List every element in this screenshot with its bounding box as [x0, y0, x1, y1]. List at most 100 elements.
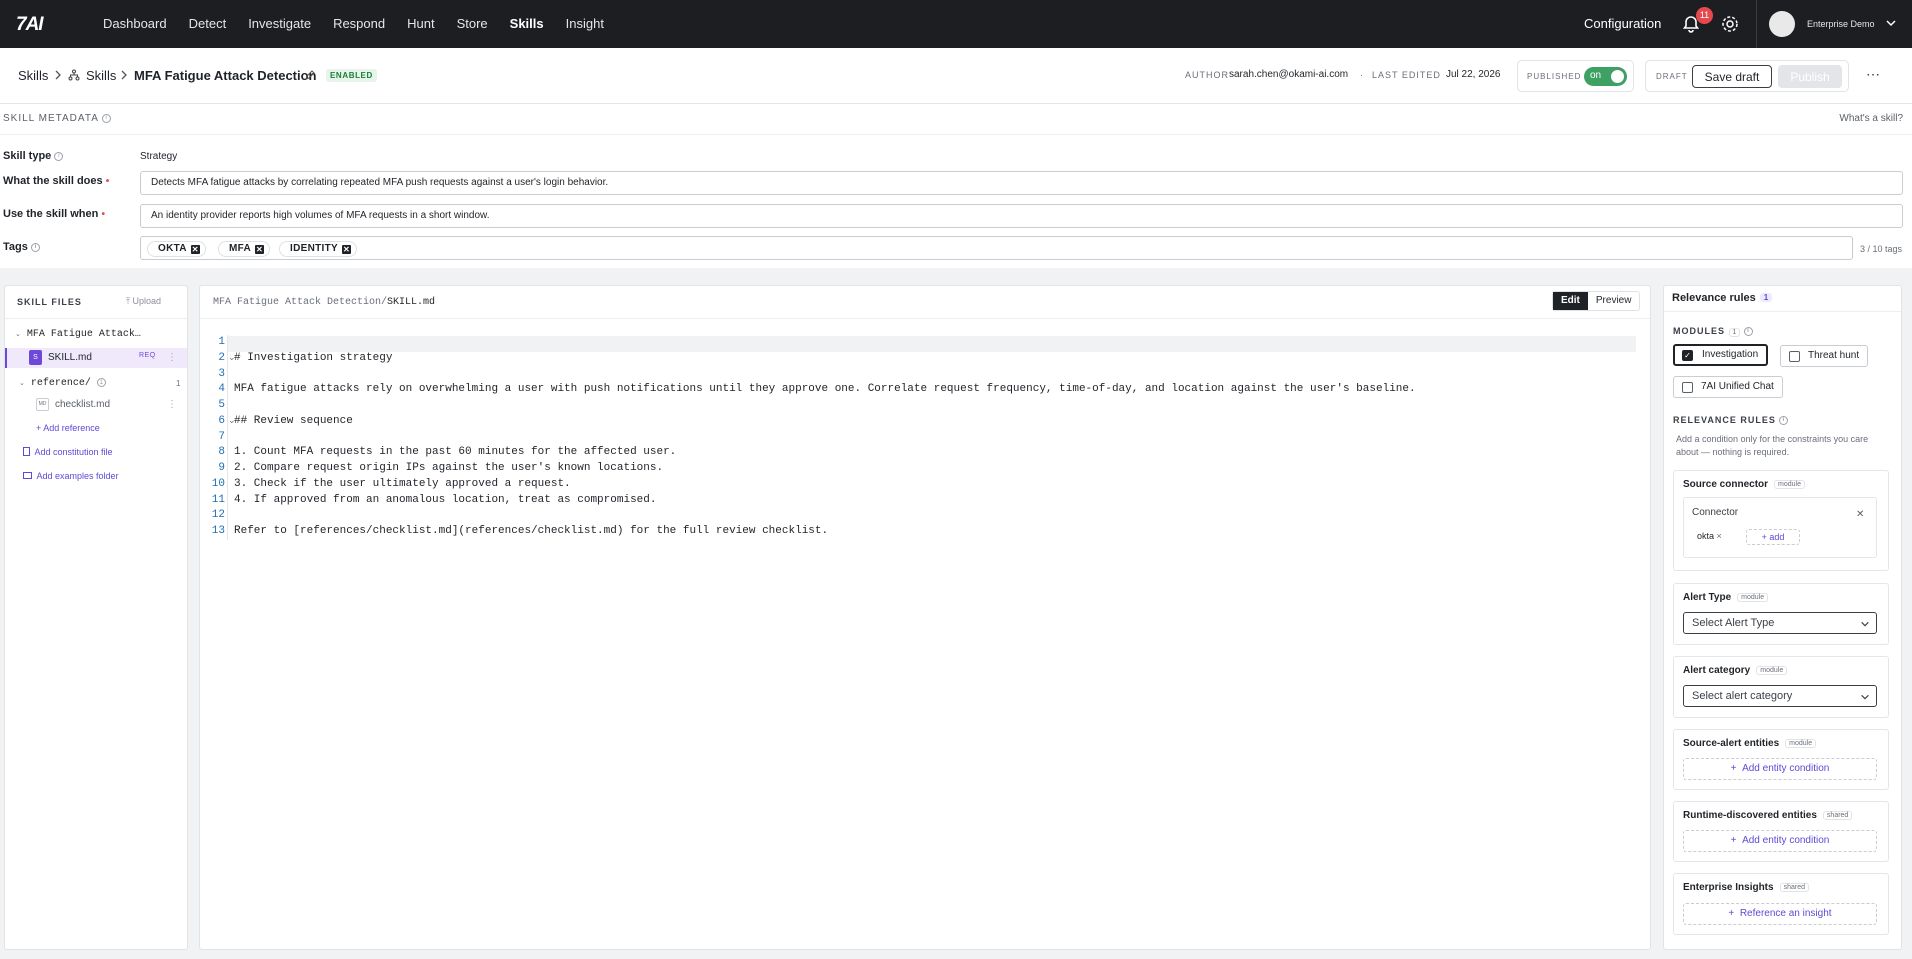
add-connector-button[interactable]: + add — [1746, 529, 1800, 545]
code-line[interactable] — [234, 335, 1634, 351]
nav-detect[interactable]: Detect — [178, 0, 238, 48]
user-name[interactable]: Enterprise Demo — [1807, 19, 1875, 29]
skill-file-name[interactable]: SKILL.md — [48, 352, 92, 363]
skill-does-field[interactable]: Detects MFA fatigue attacks by correlati… — [140, 171, 1903, 195]
line-number-text: 2 — [218, 351, 225, 364]
avatar[interactable] — [1769, 11, 1795, 37]
code-line[interactable]: ## Review sequence — [234, 414, 1634, 430]
line-number: 5 — [218, 399, 225, 411]
alert-category-select[interactable]: Select alert category — [1683, 685, 1877, 707]
published-toggle[interactable]: on — [1584, 67, 1627, 86]
configuration-link[interactable]: Configuration — [1584, 16, 1661, 31]
alert-type-select[interactable]: Select Alert Type — [1683, 612, 1877, 634]
tags-input[interactable]: OKTA✕ MFA✕ IDENTITY✕ ✕ — [140, 236, 1853, 260]
does-label-text: What the skill does — [3, 175, 103, 187]
code-line[interactable]: 1. Count MFA requests in the past 60 min… — [234, 445, 1634, 461]
module-unified-chat-checkbox[interactable]: 7AI Unified Chat — [1673, 376, 1783, 398]
tab-edit[interactable]: Edit — [1553, 292, 1588, 310]
reference-insight-button[interactable]: + Reference an insight — [1683, 903, 1877, 925]
info-icon[interactable]: i — [1743, 327, 1753, 337]
relevance-rules-panel: Relevance rules 1 MODULES 1 i ✓ Investigat… — [1663, 285, 1902, 950]
code-line[interactable] — [234, 367, 1634, 383]
file-path: MFA Fatigue Attack Detection/SKILL.md — [213, 297, 435, 308]
nav-dashboard[interactable]: Dashboard — [92, 0, 178, 48]
file-tree-root[interactable]: ⌄ MFA Fatigue Attack… — [15, 329, 141, 340]
nav-skills[interactable]: Skills — [499, 0, 555, 48]
shared-pill: shared — [1779, 883, 1809, 892]
code-line[interactable] — [234, 508, 1634, 524]
info-icon[interactable]: i — [30, 242, 40, 252]
add-entity-condition-button[interactable]: + Add entity condition — [1683, 830, 1877, 852]
remove-chip-icon[interactable]: × — [1717, 531, 1722, 541]
code-line[interactable]: 4. If approved from an anomalous locatio… — [234, 493, 1634, 509]
code-line[interactable] — [234, 398, 1634, 414]
file-tree-root-label: MFA Fatigue Attack… — [26, 329, 141, 340]
toggle-label: on — [1590, 70, 1602, 81]
chevron-down-icon — [1861, 621, 1869, 627]
line-number: 6 ⌄ — [200, 414, 235, 430]
tab-preview[interactable]: Preview — [1588, 292, 1640, 310]
chevron-down-icon[interactable] — [1885, 17, 1897, 29]
code-line[interactable]: # Investigation strategy — [234, 351, 1634, 367]
add-examples-link[interactable]: Add examples folder — [23, 471, 119, 481]
code-line[interactable] — [234, 430, 1634, 446]
file-path-prefix: MFA Fatigue Attack Detection/ — [213, 297, 388, 308]
runtime-entities-card: Runtime-discovered entities shared + Add … — [1673, 801, 1889, 862]
add-constitution-link[interactable]: Add constitution file — [23, 447, 113, 457]
skill-type-value: Strategy — [140, 151, 178, 162]
code-line[interactable]: MFA fatigue attacks rely on overwhelming… — [234, 382, 1634, 398]
status-badge: ENABLED — [326, 69, 377, 82]
connector-condition: Connector ✕ okta × + add — [1683, 497, 1877, 558]
nav-respond[interactable]: Respond — [322, 0, 396, 48]
nav-store[interactable]: Store — [446, 0, 499, 48]
skill-type-label-text: Skill type — [3, 150, 52, 162]
connector-chip-label: okta — [1697, 531, 1715, 541]
add-entity-condition-button[interactable]: + Add entity condition — [1683, 758, 1877, 780]
line-number: 11 — [211, 493, 225, 506]
card-title-text: Enterprise Insights — [1683, 882, 1774, 893]
tag-chip: MFA ✕ — [218, 241, 271, 257]
published-control: PUBLISHED on — [1517, 60, 1634, 92]
module-investigation-checkbox[interactable]: ✓ Investigation — [1673, 344, 1769, 366]
skill-file-icon: S — [29, 350, 42, 365]
module-label: Investigation — [1702, 349, 1759, 360]
remove-tag-icon[interactable]: ✕ — [341, 245, 351, 254]
breadcrumb-parent[interactable]: Skills — [86, 68, 116, 83]
add-reference-link[interactable]: + Add reference — [36, 423, 100, 433]
info-icon[interactable]: i — [54, 151, 64, 161]
info-icon[interactable]: i — [96, 378, 106, 387]
code-line[interactable]: 3. Check if the user ultimately approved… — [234, 477, 1634, 493]
folder-item[interactable]: ⌄ reference/ i — [19, 378, 106, 389]
info-icon[interactable]: i — [102, 113, 112, 123]
upload-button[interactable]: ⤒ Upload — [126, 296, 161, 307]
nav-hunt[interactable]: Hunt — [396, 0, 445, 48]
code-line[interactable]: Refer to [references/checklist.md](refer… — [234, 524, 1634, 540]
gear-icon[interactable] — [1720, 14, 1740, 34]
remove-tag-icon[interactable]: ✕ — [255, 245, 265, 254]
code-content[interactable]: # Investigation strategy MFA fatigue atta… — [234, 335, 1634, 540]
modules-label: MODULES 1 i — [1673, 326, 1753, 337]
file-menu-icon[interactable]: ⋮ — [167, 352, 177, 363]
code-line[interactable]: 2. Compare request origin IPs against th… — [234, 461, 1634, 477]
breadcrumb-root[interactable]: Skills — [18, 68, 48, 83]
card-title: Source connector module — [1683, 479, 1805, 490]
does-label: What the skill does • — [3, 175, 110, 187]
nav-investigate[interactable]: Investigate — [237, 0, 322, 48]
app-logo[interactable]: 7AI — [16, 14, 44, 36]
line-number: 4 — [218, 383, 225, 396]
publish-button[interactable]: Publish — [1778, 65, 1842, 88]
reference-file-name[interactable]: checklist.md — [55, 399, 110, 410]
more-options-icon[interactable]: ⋯ — [1866, 66, 1880, 83]
add-reference-label: Add reference — [43, 423, 100, 433]
nav-insight[interactable]: Insight — [555, 0, 615, 48]
close-icon[interactable]: ✕ — [1856, 509, 1864, 520]
save-draft-button[interactable]: Save draft — [1692, 65, 1772, 88]
remove-tag-icon[interactable]: ✕ — [190, 245, 200, 254]
info-icon[interactable]: i — [1779, 416, 1789, 426]
file-menu-icon[interactable]: ⋮ — [167, 399, 177, 410]
module-threat-hunt-checkbox[interactable]: Threat hunt — [1780, 345, 1869, 367]
panel-title: SKILL FILES — [17, 297, 82, 307]
skill-when-field[interactable]: An identity provider reports high volume… — [140, 204, 1903, 228]
whats-a-skill-link[interactable]: What's a skill? — [1839, 113, 1903, 124]
pencil-icon[interactable] — [304, 69, 316, 81]
